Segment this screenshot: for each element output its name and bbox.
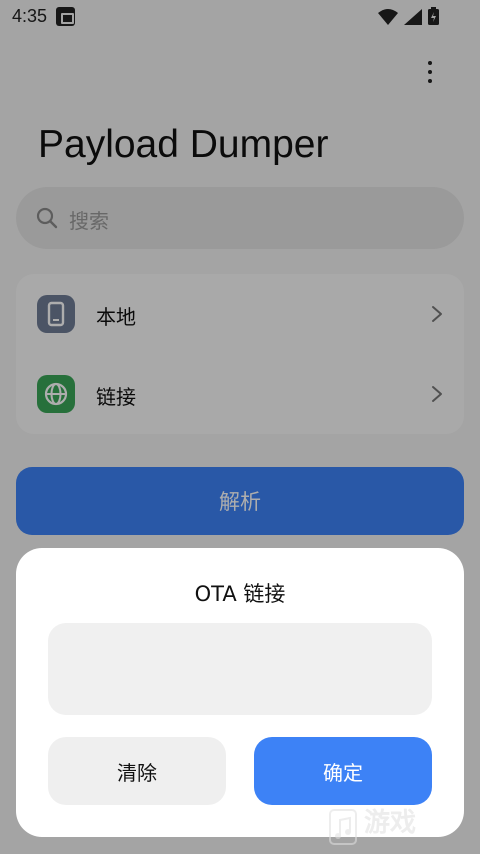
ota-url-input[interactable] bbox=[48, 623, 432, 715]
dialog-title: OTA 链接 bbox=[194, 582, 286, 606]
confirm-button[interactable]: 确定 bbox=[254, 737, 432, 805]
watermark-logo: 游戏 bbox=[326, 798, 476, 854]
watermark-text: 游戏 bbox=[364, 808, 417, 838]
clear-button[interactable]: 清除 bbox=[48, 737, 226, 805]
ota-link-dialog: OTA 链接 清除 确定 bbox=[16, 548, 464, 837]
music-note-icon bbox=[329, 809, 357, 845]
